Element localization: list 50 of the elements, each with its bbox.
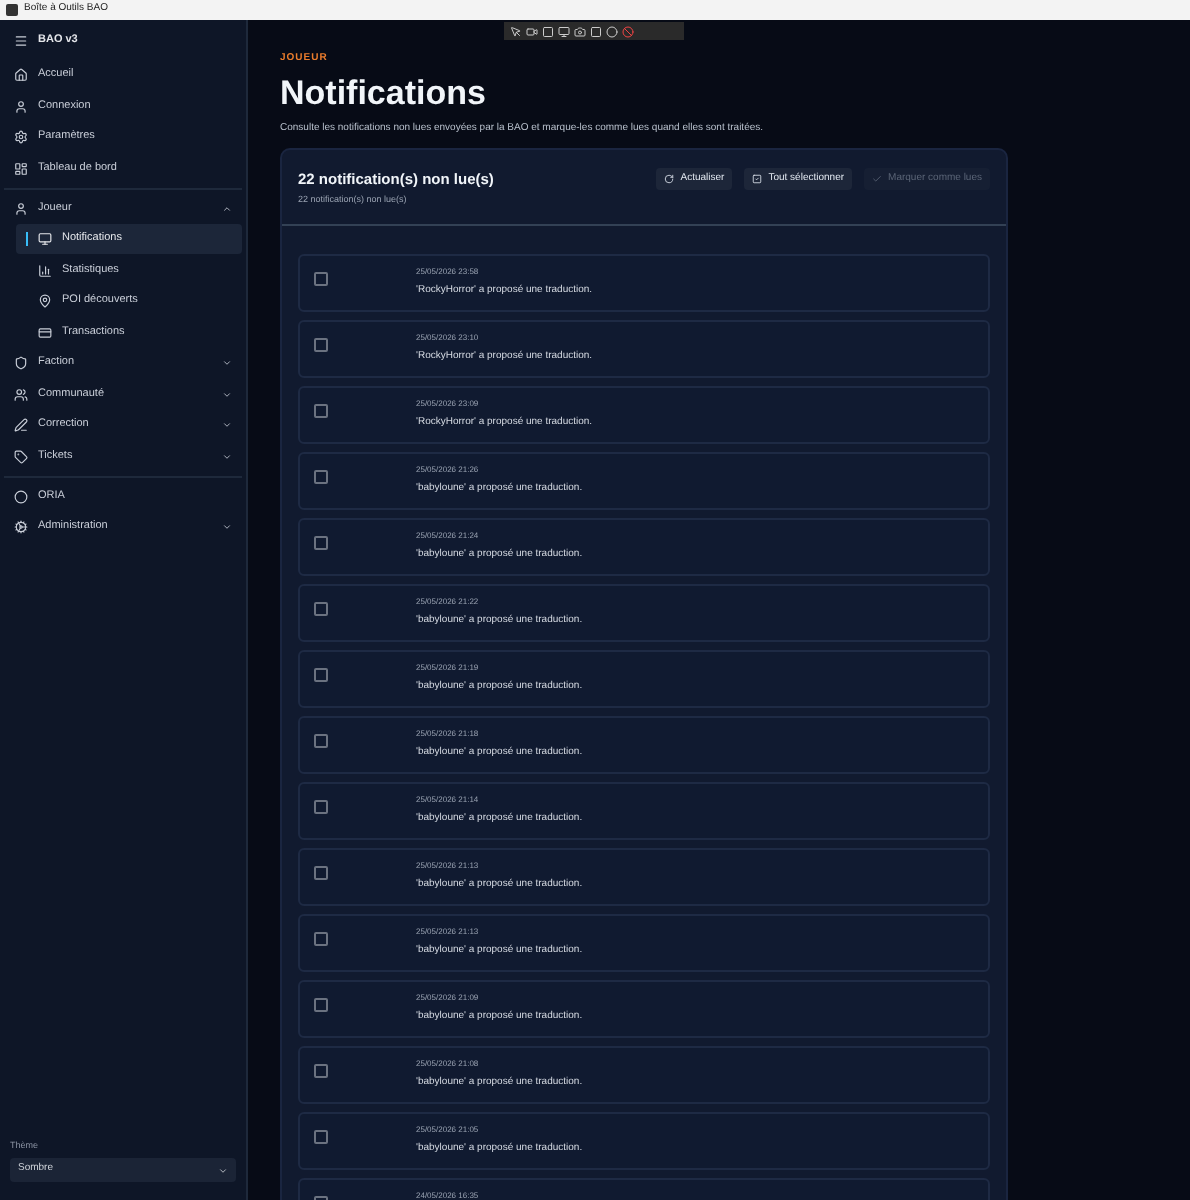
tag-icon bbox=[14, 449, 28, 463]
chevron-up-icon bbox=[222, 203, 232, 213]
checkbox[interactable] bbox=[314, 1064, 328, 1078]
chevron-down-icon bbox=[222, 522, 232, 532]
checkbox-icon bbox=[752, 174, 763, 184]
checkbox[interactable] bbox=[314, 932, 328, 946]
gear-icon bbox=[14, 130, 28, 144]
chart-icon bbox=[38, 263, 52, 277]
checkbox[interactable] bbox=[314, 404, 328, 418]
checkbox[interactable] bbox=[314, 800, 328, 814]
app-logo-icon bbox=[6, 4, 18, 16]
square-icon[interactable] bbox=[542, 25, 554, 37]
menu-icon[interactable] bbox=[14, 34, 28, 48]
pin-icon bbox=[38, 294, 52, 308]
chevron-down-icon bbox=[222, 358, 232, 368]
circle-icon[interactable] bbox=[606, 25, 618, 37]
circle-icon bbox=[14, 489, 28, 503]
monitor-icon[interactable] bbox=[558, 25, 570, 37]
square-icon[interactable] bbox=[590, 25, 602, 37]
video-icon[interactable] bbox=[526, 25, 538, 37]
chevron-down-icon bbox=[222, 420, 232, 430]
checkbox[interactable] bbox=[314, 470, 328, 484]
page-title: Notifications bbox=[280, 73, 488, 113]
users-icon bbox=[14, 387, 28, 401]
checkbox[interactable] bbox=[314, 668, 328, 682]
monitor-icon bbox=[38, 232, 52, 246]
gear-icon bbox=[14, 520, 28, 534]
camera-icon[interactable] bbox=[574, 25, 586, 37]
refresh-icon bbox=[664, 174, 675, 184]
chevron-down-icon bbox=[218, 1165, 228, 1175]
chevron-down-icon bbox=[222, 451, 232, 461]
card-icon bbox=[38, 325, 52, 339]
checkbox[interactable] bbox=[314, 1130, 328, 1144]
checkbox[interactable] bbox=[314, 734, 328, 748]
pointer-icon[interactable] bbox=[510, 25, 522, 37]
pen-icon bbox=[14, 418, 28, 432]
user-icon bbox=[14, 99, 28, 113]
stop-icon[interactable] bbox=[622, 25, 634, 37]
user-icon bbox=[14, 201, 28, 215]
check-icon bbox=[872, 174, 883, 184]
checkbox[interactable] bbox=[314, 998, 328, 1012]
home-icon bbox=[14, 68, 28, 82]
checkbox[interactable] bbox=[314, 272, 328, 286]
checkbox[interactable] bbox=[314, 338, 328, 352]
checkbox[interactable] bbox=[314, 866, 328, 880]
shield-icon bbox=[14, 356, 28, 370]
dashboard-icon bbox=[14, 161, 28, 175]
chevron-down-icon bbox=[222, 389, 232, 399]
checkbox[interactable] bbox=[314, 536, 328, 550]
checkbox[interactable] bbox=[314, 602, 328, 616]
